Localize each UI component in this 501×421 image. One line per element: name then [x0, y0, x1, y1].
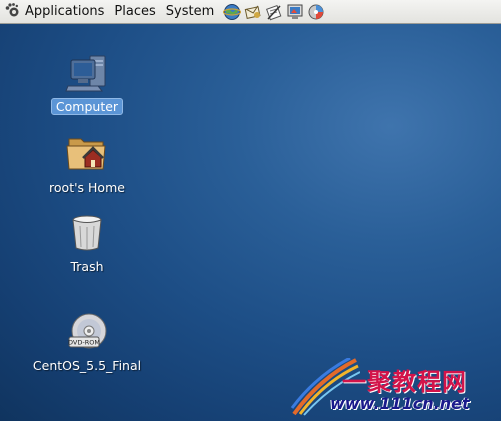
places-menu[interactable]: Places [109, 0, 160, 24]
text-editor-icon[interactable] [265, 3, 283, 21]
gnome-foot-icon[interactable] [4, 2, 20, 22]
desktop-icon-computer[interactable]: Computer [37, 52, 137, 115]
top-panel: Applications Places System [0, 0, 501, 24]
launcher-group [223, 3, 325, 21]
desktop-icon-label: Trash [70, 259, 104, 274]
dvd-rom-icon: DVD-ROM [68, 313, 107, 349]
desktop-icon-label: Computer [50, 98, 124, 115]
desktop-icon-label: CentOS_5.5_Final [32, 358, 142, 373]
watermark-title: 一聚教程网 [342, 368, 467, 396]
desktop-icon-home[interactable]: root's Home [37, 131, 137, 196]
trash-icon [72, 215, 102, 251]
system-menu[interactable]: System [161, 0, 219, 24]
dvd-rom-label: DVD-ROM [68, 339, 100, 347]
email-client-icon[interactable] [244, 3, 262, 21]
home-folder-icon [66, 138, 106, 170]
computer-icon [65, 55, 106, 92]
applications-menu[interactable]: Applications [20, 0, 109, 24]
site-watermark: 一聚教程网 www.111cn.net [290, 358, 498, 418]
watermark-url: www.111cn.net [330, 394, 470, 413]
desktop-icon-dvd[interactable]: DVD-ROM CentOS_5.5_Final [33, 311, 141, 374]
display-settings-icon[interactable] [286, 3, 304, 21]
network-icon[interactable] [307, 3, 325, 21]
desktop-icon-trash[interactable]: Trash [37, 212, 137, 275]
web-browser-icon[interactable] [223, 3, 242, 21]
desktop-icon-label: root's Home [49, 180, 125, 195]
